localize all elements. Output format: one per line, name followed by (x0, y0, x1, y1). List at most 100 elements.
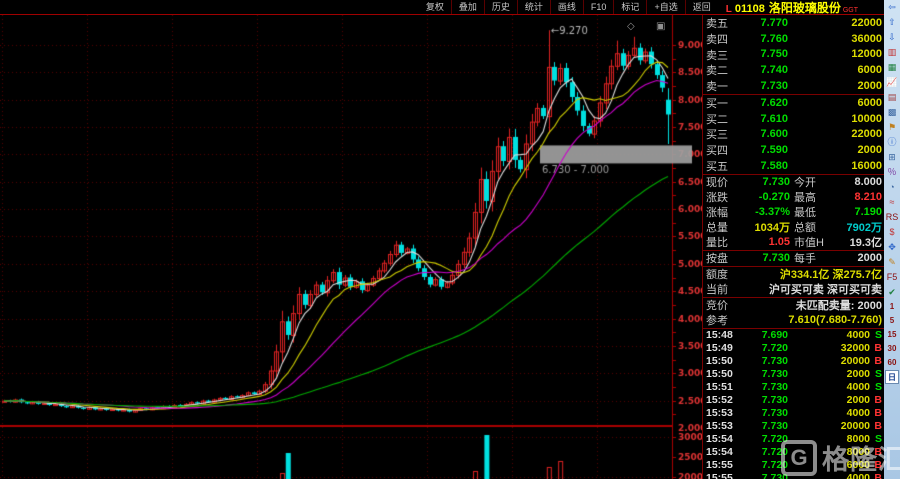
period-button-5[interactable]: 5 (885, 314, 899, 328)
tick-row[interactable]: 15:54 7.720 8000 S (703, 433, 885, 446)
level-label: 买三 (706, 126, 736, 142)
stat-label: 最高 (794, 189, 828, 205)
stat-row: 涨跌 -0.270 最高 8.210 (703, 190, 885, 205)
period-button-15[interactable]: 15 (885, 328, 899, 342)
toolbar-button-标记[interactable]: 标记 (613, 0, 646, 14)
money-icon[interactable]: $ (885, 225, 899, 240)
stat-value: -0.270 (736, 191, 790, 203)
toolbar-button-历史[interactable]: 历史 (484, 0, 517, 14)
toolbar-button-返回[interactable]: 返回 (685, 0, 718, 14)
back-arrow-icon[interactable]: ⇦ (885, 0, 899, 15)
stat-value: 8.210 (828, 191, 882, 203)
info-icon[interactable]: ⓘ (885, 135, 899, 150)
tick-row[interactable]: 15:53 7.730 4000 B (703, 407, 885, 420)
flag-icon[interactable]: ⚑ (885, 120, 899, 135)
f12-icon[interactable]: ⊞ (885, 150, 899, 165)
stat-label: 按盘 (706, 250, 736, 266)
tick-side: B (870, 420, 882, 432)
tick-qty: 4000 (788, 407, 870, 419)
refresh-f5-icon[interactable]: F5 (885, 270, 899, 285)
connect-quota: 额度 沪334.1亿 深275.7亿当前 沪可买可卖 深可买可卖 (703, 267, 885, 298)
tick-list[interactable]: 15:48 7.690 4000 S15:49 7.720 32000 B15:… (703, 329, 885, 479)
level-price: 7.750 (736, 48, 788, 60)
line-chart-icon[interactable]: 📈 (885, 75, 899, 90)
bid-level-row[interactable]: 买二 7.610 10000 (703, 111, 885, 127)
tick-price: 7.720 (740, 446, 788, 458)
level-qty: 6000 (788, 64, 882, 76)
toolbar-button-F10[interactable]: F10 (583, 0, 614, 14)
ask-level-row[interactable]: 卖五 7.770 22000 (703, 15, 885, 31)
ask-level-row[interactable]: 卖一 7.730 2000 (703, 78, 885, 94)
stock-code: 01108 (735, 3, 765, 15)
tick-row[interactable]: 15:53 7.730 20000 B (703, 420, 885, 433)
box-tool-icon[interactable]: ▣ (656, 21, 665, 32)
wide-row-value: 7.610(7.680-7.760) (736, 314, 882, 326)
ask-level-row[interactable]: 卖二 7.740 6000 (703, 62, 885, 78)
down-arrow-icon[interactable]: ⇩ (885, 30, 899, 45)
period-button-日[interactable]: 日 (885, 370, 899, 384)
kline-chart-icon[interactable]: ▥ (885, 45, 899, 60)
period-button-60[interactable]: 60 (885, 356, 899, 370)
tick-price: 7.690 (740, 329, 788, 341)
pencil-icon[interactable]: ✎ (885, 255, 899, 270)
tick-row[interactable]: 15:48 7.690 4000 S (703, 329, 885, 342)
tick-time: 15:52 (706, 394, 740, 406)
bid-level-row[interactable]: 买四 7.590 2000 (703, 142, 885, 158)
ask-level-row[interactable]: 卖三 7.750 12000 (703, 47, 885, 63)
percent-icon[interactable]: ％ (885, 165, 899, 180)
level-price: 7.730 (736, 80, 788, 92)
tick-side: B (870, 472, 882, 479)
toolbar-button-统计[interactable]: 统计 (517, 0, 550, 14)
check-icon[interactable]: ✔ (885, 285, 899, 300)
tick-qty: 2000 (788, 394, 870, 406)
level-qty: 16000 (788, 160, 882, 172)
wide-row-label: 当前 (706, 281, 736, 297)
toolbar-button-叠加[interactable]: 叠加 (451, 0, 484, 14)
tick-side: S (870, 381, 882, 393)
tick-row[interactable]: 15:50 7.730 20000 B (703, 355, 885, 368)
bid-level-row[interactable]: 买一 7.620 6000 (703, 95, 885, 111)
clock-icon[interactable]: ◔ (885, 180, 899, 195)
stat-row: 按盘 7.730 每手 2000 (703, 251, 885, 266)
wide-info-row: 竞价 未匹配卖量: 2000 (703, 298, 885, 313)
tick-time: 15:50 (706, 355, 740, 367)
move-icon[interactable]: ✥ (885, 240, 899, 255)
stat-value: 1034万 (736, 219, 790, 235)
level-label: 买四 (706, 142, 736, 158)
toolbar-button-画线[interactable]: 画线 (550, 0, 583, 14)
toolbar-button-+自选[interactable]: +自选 (646, 0, 684, 14)
tick-row[interactable]: 15:55 7.720 6000 B (703, 459, 885, 472)
level-price: 7.580 (736, 160, 788, 172)
tick-row[interactable]: 15:49 7.720 32000 B (703, 342, 885, 355)
tick-row[interactable]: 15:50 7.730 2000 S (703, 368, 885, 381)
level-qty: 12000 (788, 48, 882, 60)
tick-row[interactable]: 15:54 7.720 8000 B (703, 446, 885, 459)
toolbar-button-复权[interactable]: 复权 (419, 0, 451, 14)
tick-row[interactable]: 15:52 7.730 2000 B (703, 394, 885, 407)
up-arrow-icon[interactable]: ⇧ (885, 15, 899, 30)
tick-time: 15:51 (706, 381, 740, 393)
period-button-30[interactable]: 30 (885, 342, 899, 356)
stat-value: 19.3亿 (828, 234, 882, 250)
stat-value: 2000 (828, 252, 882, 264)
level-label: 买五 (706, 158, 736, 174)
tick-price: 7.730 (740, 420, 788, 432)
wave-icon[interactable]: ≈ (885, 195, 899, 210)
diamond-tool-icon[interactable]: ◇ (627, 21, 635, 32)
kline-chart-canvas[interactable] (0, 15, 702, 479)
wide-row-value: 沪334.1亿 深275.7亿 (736, 266, 882, 282)
multi-chart-icon[interactable]: ▤ (885, 90, 899, 105)
bar-chart-icon[interactable]: ▦ (885, 60, 899, 75)
stat-value: 8.000 (828, 176, 882, 188)
bid-level-row[interactable]: 买三 7.600 22000 (703, 127, 885, 143)
tick-row[interactable]: 15:51 7.730 4000 S (703, 381, 885, 394)
rsi-indicator-label[interactable]: RS (885, 210, 899, 225)
grid-icon[interactable]: ▩ (885, 105, 899, 120)
tick-time: 15:55 (706, 472, 740, 479)
bid-level-row[interactable]: 买五 7.580 16000 (703, 158, 885, 174)
tick-row[interactable]: 15:55 7.730 4000 B (703, 472, 885, 479)
tick-time: 15:53 (706, 420, 740, 432)
ask-level-row[interactable]: 卖四 7.760 36000 (703, 31, 885, 47)
period-button-1[interactable]: 1 (885, 300, 899, 314)
level-label: 卖一 (706, 78, 736, 94)
